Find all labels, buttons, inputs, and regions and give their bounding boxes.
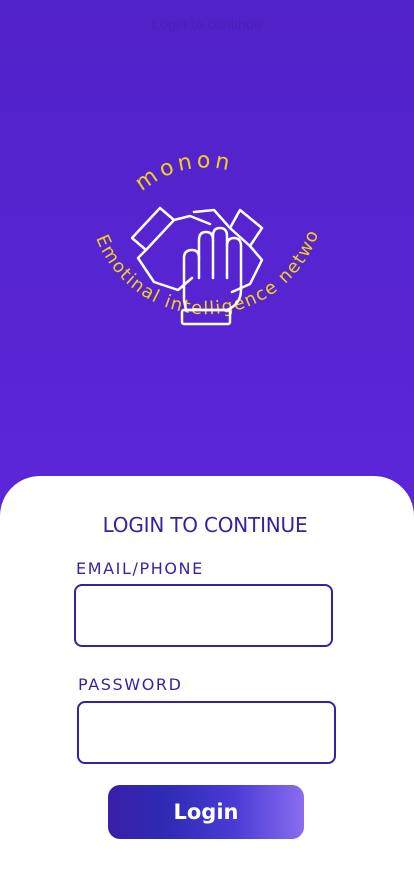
logo-tagline-text: Emotinal intelligence network xyxy=(82,150,324,319)
monon-logo: monon Emotinal intelligence network xyxy=(82,150,332,400)
email-phone-input[interactable] xyxy=(74,584,333,647)
logo-brand-text: monon xyxy=(131,150,236,196)
login-title: LOGIN TO CONTINUE xyxy=(102,513,308,537)
email-label: EMAIL/PHONE xyxy=(76,559,204,578)
top-hint-text: Login to continue xyxy=(151,16,263,32)
password-input[interactable] xyxy=(77,701,336,764)
password-label: PASSWORD xyxy=(78,675,183,694)
login-button[interactable]: Login xyxy=(108,785,304,839)
logo-graphic: monon Emotinal intelligence network xyxy=(82,150,324,326)
